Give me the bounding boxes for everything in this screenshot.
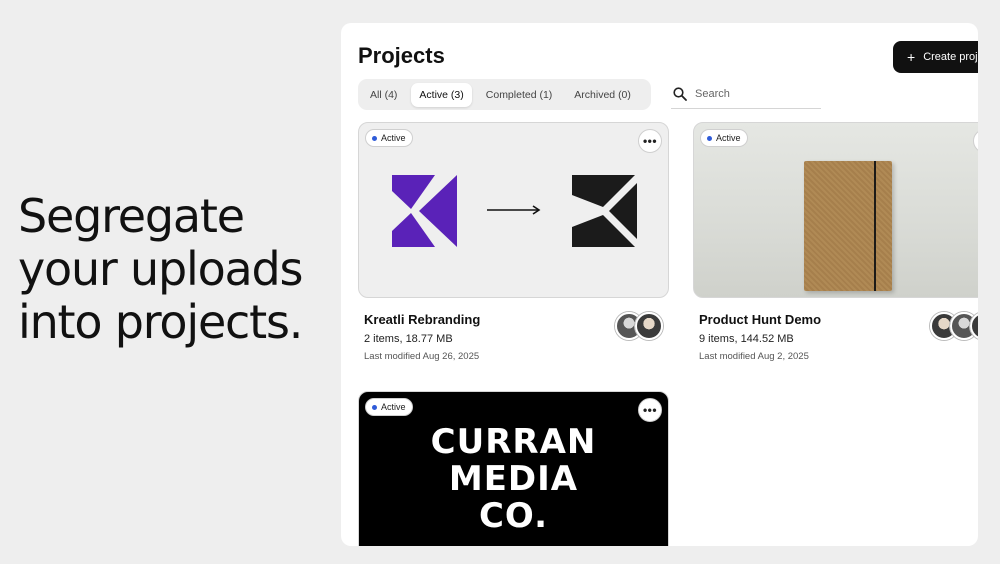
status-dot-icon xyxy=(707,135,712,141)
old-logo-icon xyxy=(392,175,457,247)
arrow-right-icon xyxy=(487,205,541,215)
new-logo-icon xyxy=(572,175,637,247)
more-options-button[interactable]: ••• xyxy=(973,129,978,153)
project-modified: Last modified Aug 2, 2025 xyxy=(699,351,809,362)
project-thumbnail[interactable]: Active ••• xyxy=(693,122,978,298)
project-modified: Last modified Aug 26, 2025 xyxy=(364,351,480,362)
project-card-kreatli[interactable]: Active ••• Kreatli Rebranding 2 items, 1… xyxy=(358,122,669,362)
tab-active[interactable]: Active (3) xyxy=(411,82,472,107)
status-dot-icon xyxy=(372,404,377,410)
more-options-button[interactable]: ••• xyxy=(638,129,662,153)
project-card-product-hunt[interactable]: Active ••• Product Hunt Demo 9 items, 14… xyxy=(693,122,978,362)
project-name[interactable]: Kreatli Rebranding xyxy=(364,312,480,327)
project-size: 9 items, 144.52 MB xyxy=(699,333,794,345)
create-project-button[interactable]: + Create proj xyxy=(893,41,978,73)
status-label: Active xyxy=(381,133,406,143)
more-options-button[interactable]: ••• xyxy=(638,398,662,422)
search-input[interactable] xyxy=(695,87,805,100)
status-badge: Active xyxy=(700,129,748,147)
status-label: Active xyxy=(716,133,741,143)
avatar xyxy=(635,312,663,340)
notebook-image xyxy=(804,161,892,291)
projects-panel: Projects + Create proj All (4) Active (3… xyxy=(341,23,978,546)
member-avatars xyxy=(615,312,663,340)
status-badge: Active xyxy=(365,129,413,147)
plus-icon: + xyxy=(907,49,916,65)
tagline: Segregate your uploads into projects. xyxy=(18,189,303,349)
tab-completed[interactable]: Completed (1) xyxy=(478,83,561,107)
project-thumbnail[interactable]: Active ••• CURRAN MEDIA CO. xyxy=(358,391,669,546)
project-card-curran[interactable]: Active ••• CURRAN MEDIA CO. xyxy=(358,391,669,546)
project-thumbnail[interactable]: Active ••• xyxy=(358,122,669,298)
tab-archived[interactable]: Archived (0) xyxy=(566,83,639,107)
project-size: 2 items, 18.77 MB xyxy=(364,333,453,345)
curran-logo-text: CURRAN MEDIA CO. xyxy=(430,422,597,536)
tab-all[interactable]: All (4) xyxy=(362,83,405,107)
status-tabs: All (4) Active (3) Completed (1) Archive… xyxy=(358,79,651,110)
search-box xyxy=(671,79,821,109)
project-name[interactable]: Product Hunt Demo xyxy=(699,312,821,327)
page-title: Projects xyxy=(358,43,445,68)
create-project-label: Create proj xyxy=(923,51,978,63)
member-avatars xyxy=(930,312,978,340)
status-badge: Active xyxy=(365,398,413,416)
search-icon xyxy=(673,86,687,101)
status-label: Active xyxy=(381,402,406,412)
status-dot-icon xyxy=(372,135,377,141)
